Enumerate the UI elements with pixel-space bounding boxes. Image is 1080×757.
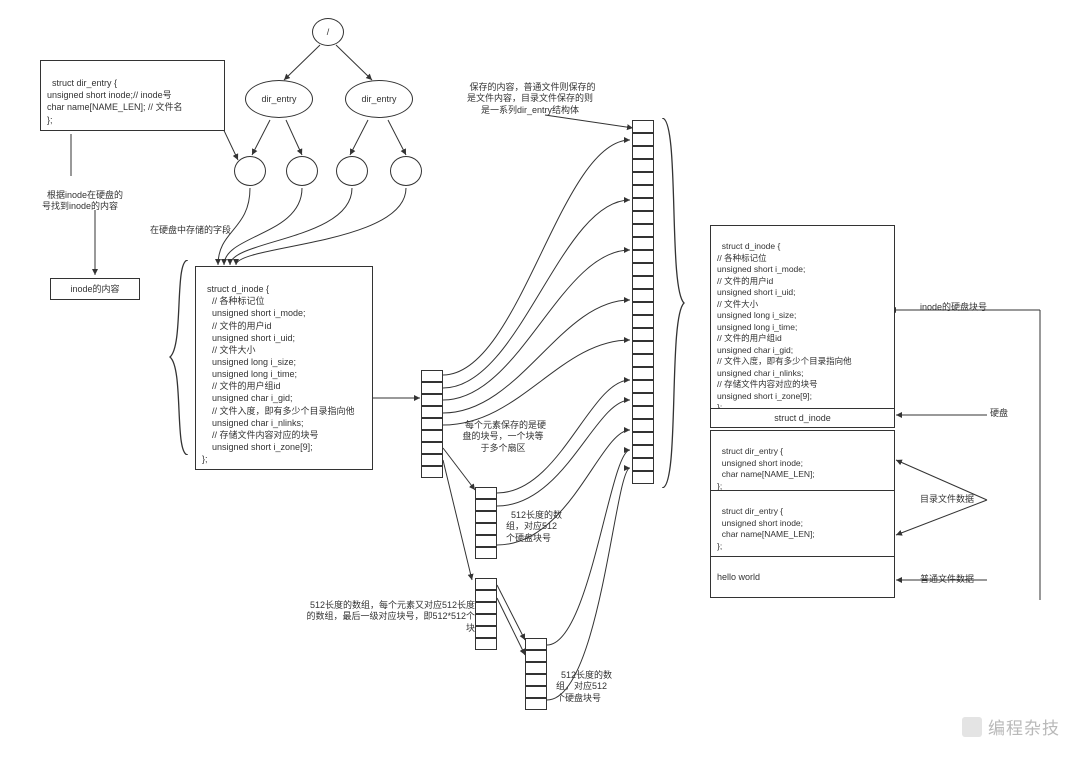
wechat-icon — [962, 717, 982, 737]
array-512-bottom-label: 512长度的数 组，对应512 个硬盘块号 — [556, 658, 626, 705]
array-512-top-label: 512长度的数 组，对应512 个硬盘块号 — [506, 498, 576, 545]
right-dir-entry-2: struct dir_entry { unsigned short inode;… — [710, 490, 895, 557]
label-normal-file-data: 普通文件数据 — [920, 574, 974, 586]
tree-dir-entry-left: dir_entry — [245, 80, 313, 118]
disk-fields-label: 在硬盘中存储的字段 — [150, 225, 231, 237]
save-content-label: 保存的内容，普通文件则保存的 是文件内容，目录文件保存的则 是一系列dir_en… — [445, 70, 615, 117]
tree-leaf-1 — [234, 156, 266, 186]
inode-content-text: inode的内容 — [70, 284, 119, 294]
tree-leaf-2 — [286, 156, 318, 186]
block-elem-label: 每个元素保存的是硬 盘的块号，一个块等 于多个扇区 — [448, 408, 558, 455]
tree-leaf-3 — [336, 156, 368, 186]
dir-entry-label-1: dir_entry — [261, 94, 296, 104]
watermark-text: 编程杂技 — [988, 714, 1060, 739]
struct-d-inode-right: struct d_inode { // 各种标记位 unsigned short… — [710, 225, 895, 419]
struct-dir-entry-box: struct dir_entry { unsigned short inode;… — [40, 60, 225, 131]
dir-entry-label-2: dir_entry — [361, 94, 396, 104]
inode-content-box: inode的内容 — [50, 278, 140, 300]
tree-root: / — [312, 18, 344, 46]
d-inode-left-text: struct d_inode { // 各种标记位 unsigned short… — [202, 284, 355, 464]
array-512-left-label: 512长度的数组，每个元素又对应512长度 的数组，最后一级对应块号，即512*… — [265, 588, 475, 635]
right-dir-entry-1: struct dir_entry { unsigned short inode;… — [710, 430, 895, 497]
inode-lookup-label: 根据inode在硬盘的 号找到inode的内容 — [42, 178, 152, 213]
label-disk: 硬盘 — [990, 408, 1008, 420]
right-d-inode-label: struct d_inode — [710, 408, 895, 428]
struct-d-inode-left: struct d_inode { // 各种标记位 unsigned short… — [195, 266, 373, 470]
tree-dir-entry-right: dir_entry — [345, 80, 413, 118]
root-label: / — [327, 27, 330, 37]
watermark: 编程杂技 — [962, 714, 1060, 739]
right-hello-world: hello world — [710, 556, 895, 598]
label-inode-disk-block: inode的硬盘块号 — [920, 302, 987, 314]
brace-right — [658, 118, 688, 488]
d-inode-right-text: struct d_inode { // 各种标记位 unsigned short… — [717, 241, 852, 412]
brace-left — [168, 260, 192, 455]
label-dir-file-data: 目录文件数据 — [920, 494, 974, 506]
struct-dir-entry-text: struct dir_entry { unsigned short inode;… — [47, 78, 183, 124]
tree-leaf-4 — [390, 156, 422, 186]
